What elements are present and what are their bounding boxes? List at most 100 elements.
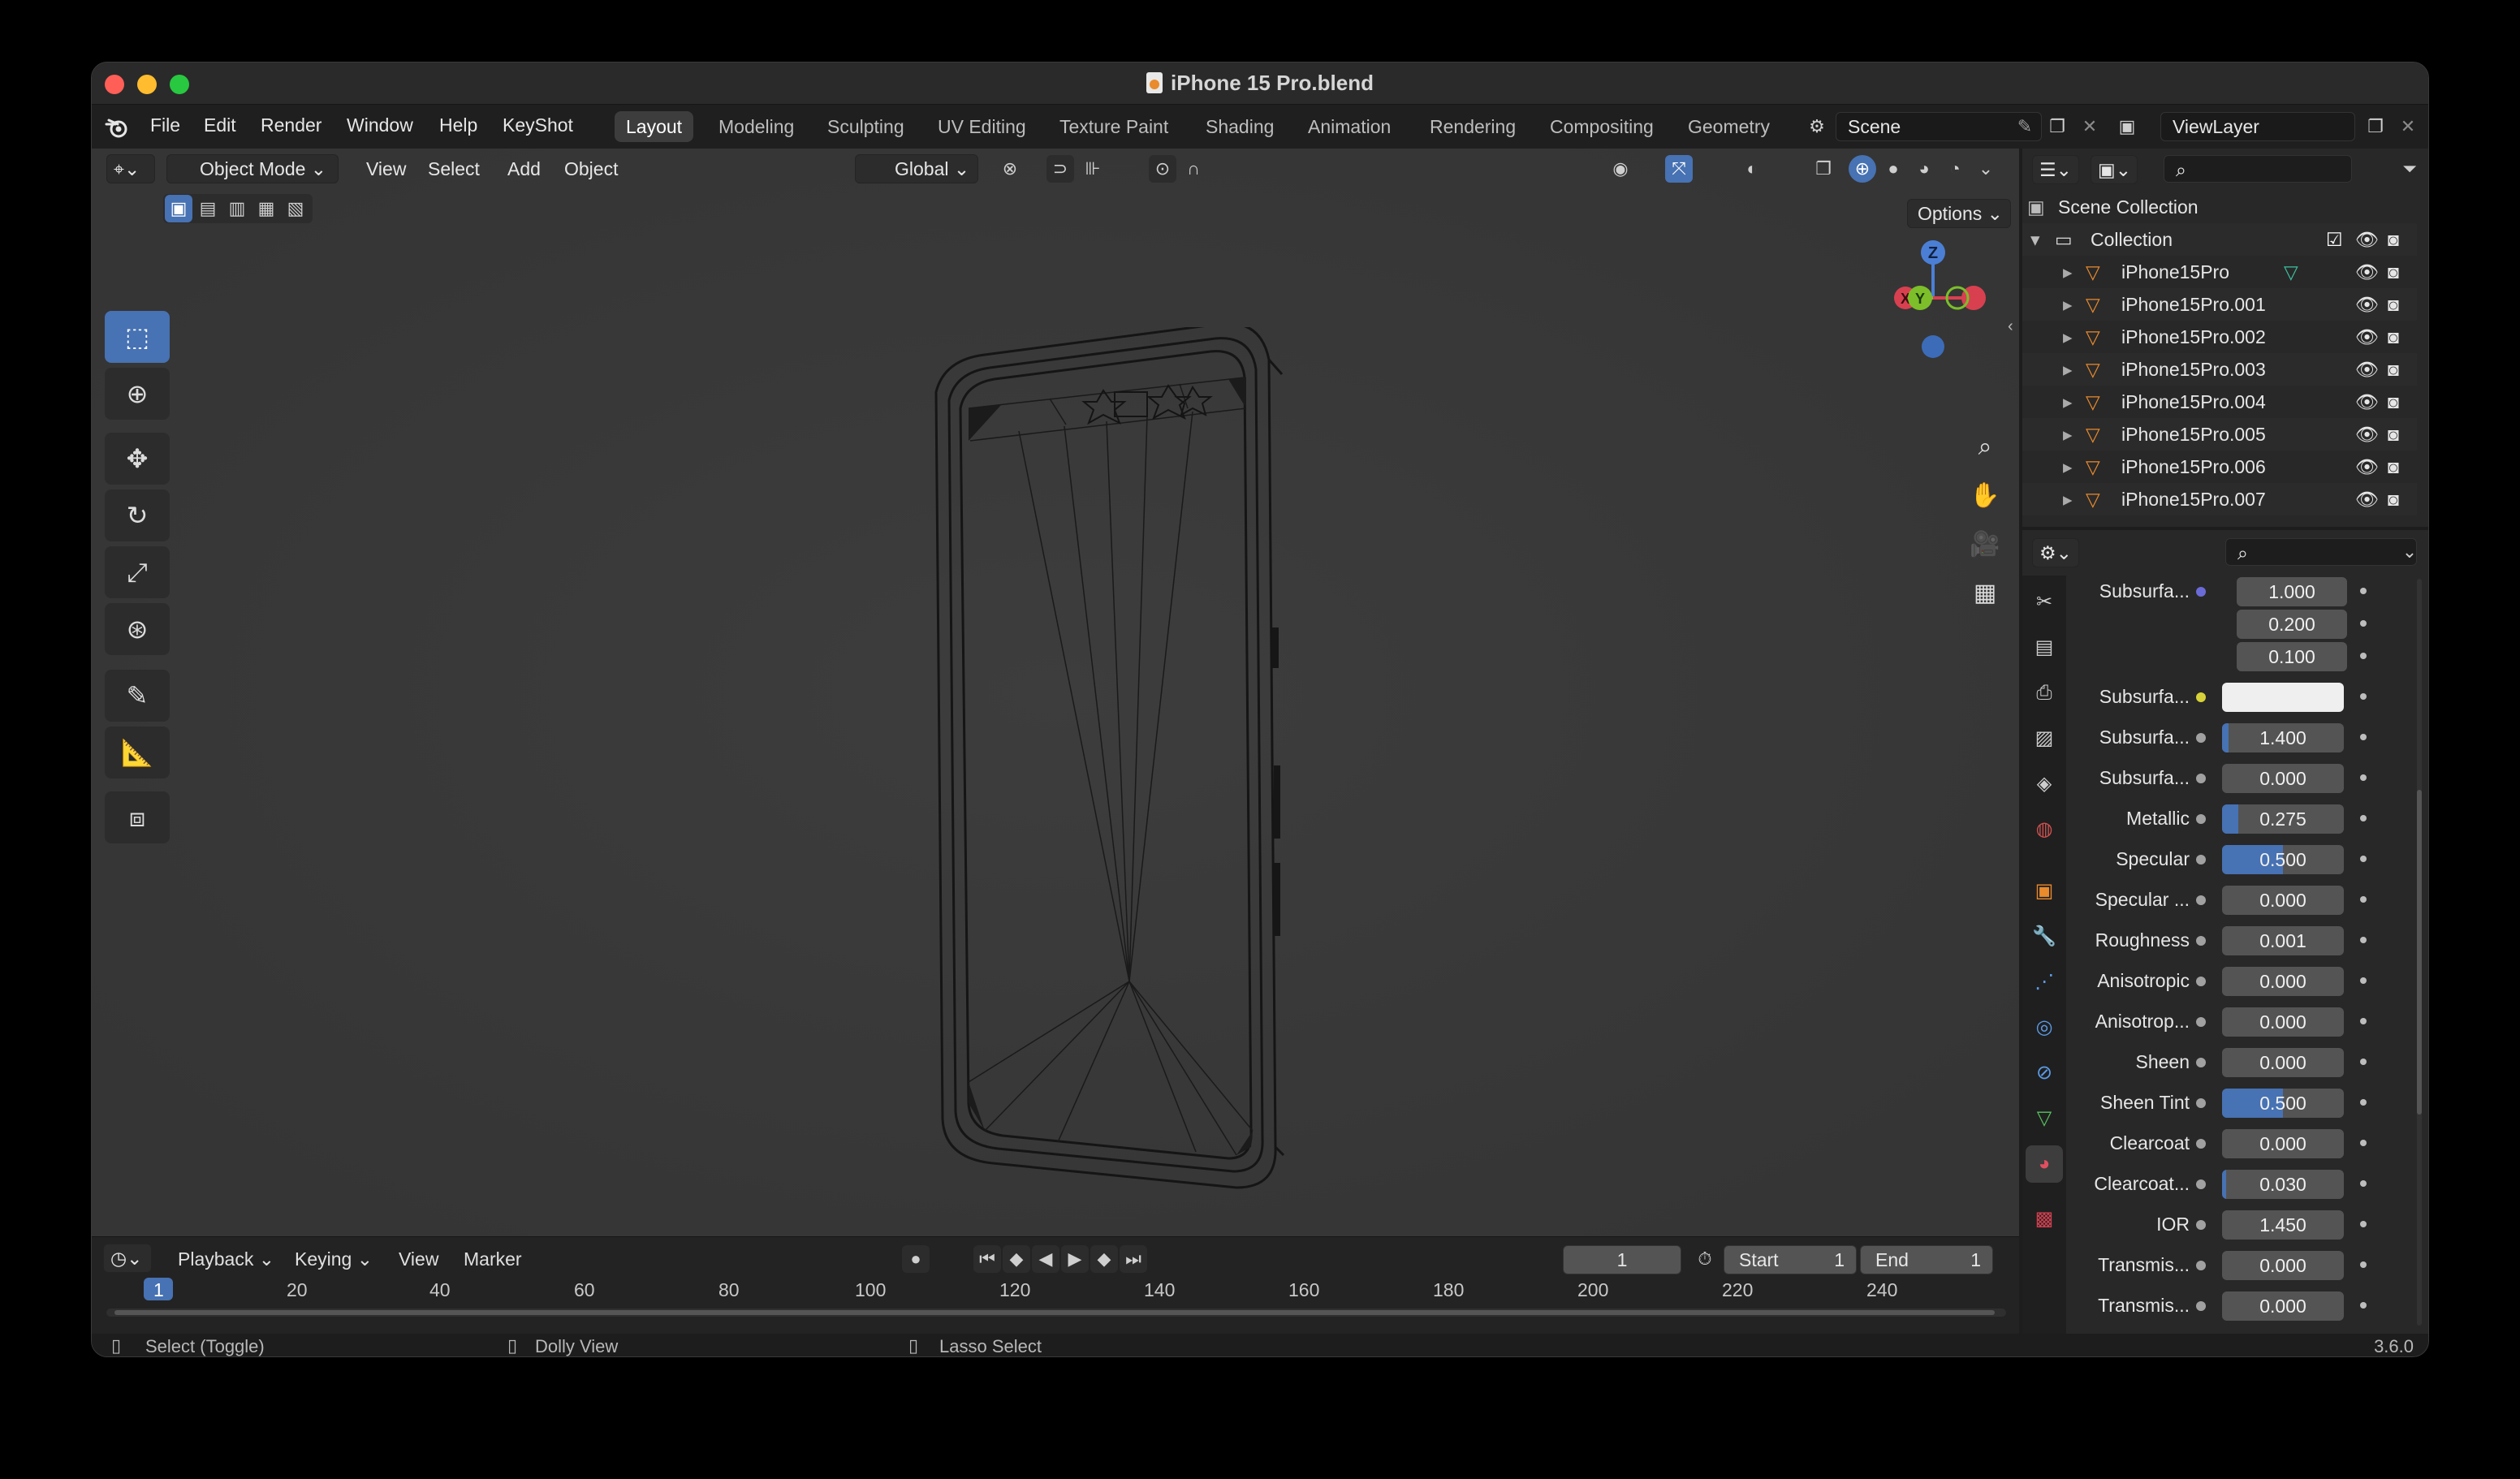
add-cube-tool-icon[interactable]: ⧈ (105, 791, 170, 843)
keyframe-dot[interactable] (2360, 1261, 2367, 1268)
property-value-slider[interactable]: 0.000 (2222, 1007, 2344, 1037)
scene-tab-icon[interactable]: ◈ (2026, 765, 2063, 803)
keyframe-dot[interactable] (2360, 815, 2367, 821)
annotate-tool-icon[interactable]: ✎ (105, 670, 170, 722)
modifiers-tab-icon[interactable]: 🔧 (2026, 918, 2063, 955)
input-socket[interactable] (2196, 1017, 2206, 1027)
gizmo-toggle-icon[interactable]: ⤧ (1665, 155, 1693, 183)
visibility-eye-icon[interactable]: 👁 (2355, 418, 2379, 451)
properties-search-input[interactable]: ⌕ (2225, 538, 2417, 566)
preview-range-icon[interactable]: ⏱ (1691, 1245, 1719, 1273)
wireframe-shading-icon[interactable]: ⊕ (1849, 155, 1876, 183)
keyframe-dot[interactable] (2360, 653, 2367, 659)
expand-arrow-icon[interactable]: ▸ (2063, 288, 2073, 321)
keyframe-dot[interactable] (2360, 734, 2367, 740)
property-value-slider[interactable]: 0.500 (2222, 845, 2344, 874)
subsurface-radius-y[interactable]: 0.200 (2237, 610, 2347, 639)
solid-shading-icon[interactable]: ● (1879, 155, 1907, 183)
keyframe-dot[interactable] (2360, 588, 2367, 594)
property-value-slider[interactable]: 1.400 (2222, 723, 2344, 752)
xray-icon[interactable]: ❐ (1810, 155, 1837, 183)
outliner-collection-row[interactable]: ▾ ▭ Collection ☑ 👁 ◙ (2022, 223, 2417, 256)
expand-arrow-icon[interactable]: ▸ (2063, 386, 2073, 418)
delete-scene-icon[interactable]: ✕ (2076, 113, 2104, 140)
move-tool-icon[interactable]: ✥ (105, 433, 170, 485)
next-keyframe-icon[interactable]: ◆ (1090, 1245, 1118, 1273)
menu-keyshot[interactable]: KeyShot (503, 114, 573, 136)
keyframe-dot[interactable] (2360, 977, 2367, 984)
keyframe-dot[interactable] (2360, 1059, 2367, 1065)
subsurface-radius-z[interactable]: 0.100 (2237, 642, 2347, 671)
viewport-menu-add[interactable]: Add (507, 158, 541, 180)
end-frame-field[interactable]: End 1 (1860, 1245, 1993, 1274)
render-camera-icon[interactable]: ◙ (2388, 223, 2399, 256)
keyframe-dot[interactable] (2360, 1180, 2367, 1187)
keyframe-dot[interactable] (2360, 693, 2367, 700)
render-camera-icon[interactable]: ◙ (2388, 288, 2399, 321)
input-socket[interactable] (2196, 814, 2206, 824)
transform-tool-icon[interactable]: ⊛ (105, 603, 170, 655)
blender-logo-icon[interactable] (105, 116, 129, 139)
constraints-tab-icon[interactable]: ⊘ (2026, 1054, 2063, 1092)
object-tab-icon[interactable]: ▣ (2026, 873, 2063, 910)
visibility-eye-icon[interactable]: 👁 (2355, 288, 2379, 321)
input-socket[interactable] (2196, 936, 2206, 946)
collection-checkbox[interactable]: ☑ (2326, 223, 2343, 256)
pivot-point-icon[interactable]: ⊗ (996, 155, 1024, 183)
falloff-icon[interactable]: ∩ (1180, 155, 1207, 183)
tab-sculpting[interactable]: Sculpting (816, 111, 916, 142)
snap-toggle-icon[interactable]: ⊃ (1046, 155, 1074, 183)
view-layer-field[interactable]: ViewLayer (2160, 112, 2355, 141)
expand-arrow-icon[interactable]: ▸ (2063, 321, 2073, 353)
expand-arrow-icon[interactable]: ▸ (2063, 353, 2073, 386)
input-socket[interactable] (2196, 1098, 2206, 1108)
material-shading-icon[interactable]: ◕ (1910, 155, 1938, 183)
visibility-eye-icon[interactable]: 👁 (2355, 321, 2379, 353)
color-swatch[interactable] (2222, 683, 2344, 712)
tab-texture-paint[interactable]: Texture Paint (1048, 111, 1180, 142)
properties-scrollbar[interactable] (2417, 579, 2422, 1326)
editor-type-dropdown[interactable]: ⌖⌄ (106, 154, 155, 183)
view-layer-tab-icon[interactable]: ▨ (2026, 720, 2063, 757)
camera-view-icon[interactable]: 🎥 (1962, 522, 2008, 567)
rotate-tool-icon[interactable]: ↻ (105, 489, 170, 541)
viewport-menu-object[interactable]: Object (564, 158, 618, 180)
material-tab-icon[interactable]: ◕ (2026, 1145, 2063, 1183)
data-tab-icon[interactable]: ▽ (2026, 1100, 2063, 1137)
keyframe-dot[interactable] (2360, 896, 2367, 903)
render-camera-icon[interactable]: ◙ (2388, 483, 2399, 515)
pin-scene-icon[interactable]: ✎ (2011, 113, 2039, 140)
select-new-icon[interactable]: ▣ (165, 195, 192, 222)
menu-window[interactable]: Window (347, 114, 413, 136)
property-value-slider[interactable]: 0.000 (2222, 764, 2344, 793)
select-invert-icon[interactable]: ▦ (252, 195, 280, 222)
input-socket[interactable] (2196, 692, 2206, 702)
texture-tab-icon[interactable]: ▩ (2026, 1201, 2063, 1238)
keyframe-dot[interactable] (2360, 774, 2367, 781)
timeline-menu-playback[interactable]: Playback ⌄ (178, 1248, 274, 1270)
tab-geometry[interactable]: Geometry (1676, 111, 1798, 142)
timeline-editor-type-dropdown[interactable]: ◷⌄ (103, 1244, 152, 1273)
property-value-slider[interactable]: 0.275 (2222, 804, 2344, 834)
timeline-scrollbar[interactable] (106, 1309, 2006, 1317)
cursor-tool-icon[interactable]: ⊕ (105, 368, 170, 420)
select-subtract-icon[interactable]: ▥ (223, 195, 251, 222)
3d-viewport[interactable]: ⌖⌄ Object Mode ⌄ View Select Add Object … (92, 149, 2019, 1236)
keyframe-dot[interactable] (2360, 937, 2367, 943)
scene-browse-icon[interactable]: ⚙ (1803, 113, 1831, 140)
select-intersect-icon[interactable]: ▧ (282, 195, 309, 222)
input-socket[interactable] (2196, 1220, 2206, 1230)
subsurface-radius-x[interactable]: 1.000 (2237, 577, 2347, 606)
iphone-wireframe-model[interactable] (871, 327, 1407, 1220)
render-camera-icon[interactable]: ◙ (2388, 353, 2399, 386)
tab-shading[interactable]: Shading (1194, 111, 1285, 142)
input-socket[interactable] (2196, 895, 2206, 905)
tab-modeling[interactable]: Modeling (707, 111, 805, 142)
input-socket[interactable] (2196, 1301, 2206, 1311)
render-tab-icon[interactable]: ▤ (2026, 629, 2063, 666)
input-socket[interactable] (2196, 977, 2206, 986)
input-socket[interactable] (2196, 855, 2206, 865)
render-camera-icon[interactable]: ◙ (2388, 321, 2399, 353)
output-tab-icon[interactable]: ⎙ (2026, 675, 2063, 712)
transform-orientation-dropdown[interactable]: Global ⌄ (855, 154, 978, 183)
